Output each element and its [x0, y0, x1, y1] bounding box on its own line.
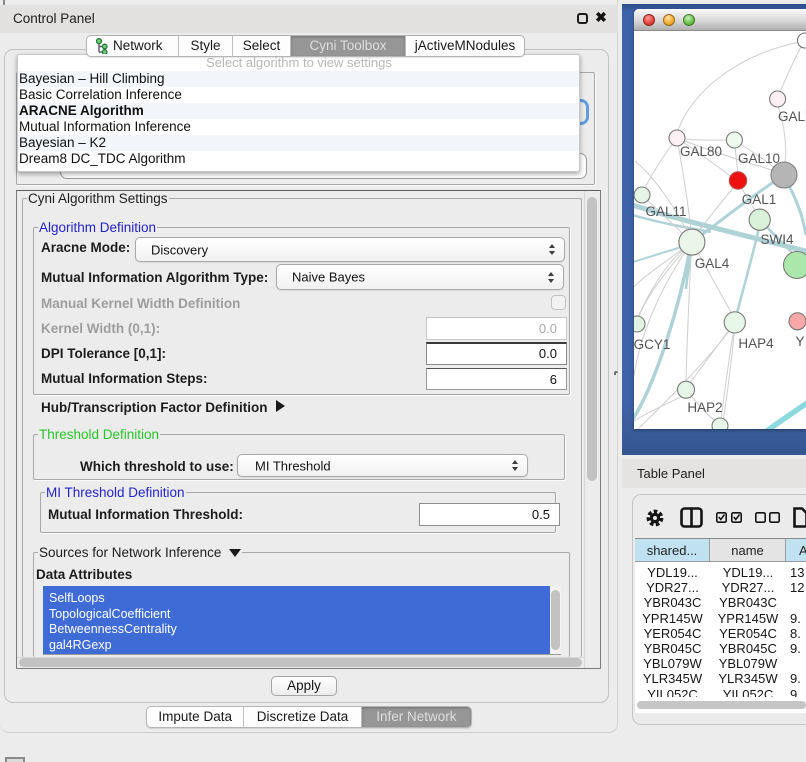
svg-text:GAL11: GAL11: [645, 204, 686, 219]
svg-text:GAL80: GAL80: [680, 144, 722, 159]
svg-text:GAL7: GAL7: [778, 109, 806, 124]
svg-text:HAP4: HAP4: [738, 336, 774, 351]
svg-text:Y: Y: [795, 334, 804, 349]
svg-text:GAL4: GAL4: [695, 256, 730, 271]
svg-text:GCY1: GCY1: [634, 337, 670, 352]
svg-text:SWI4: SWI4: [760, 232, 793, 247]
svg-text:GAL1: GAL1: [742, 192, 777, 207]
svg-text:GAL10: GAL10: [738, 151, 780, 166]
svg-text:HAP2: HAP2: [687, 400, 722, 415]
